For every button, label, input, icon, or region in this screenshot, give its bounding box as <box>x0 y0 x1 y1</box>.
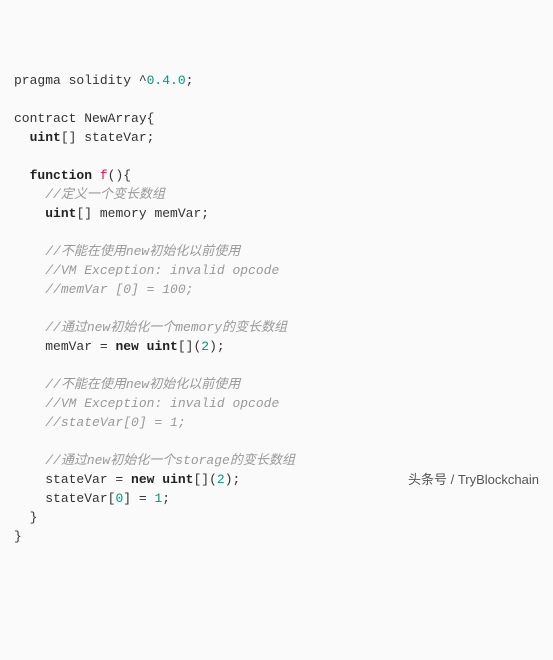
code-comment: //不能在使用new初始化以前使用 <box>45 244 240 259</box>
code-line: } <box>14 529 22 544</box>
code-line: memVar = new uint[](2); <box>45 339 224 354</box>
code-line: pragma solidity ^0.4.0; <box>14 73 193 88</box>
code-comment: //VM Exception: invalid opcode <box>45 263 279 278</box>
code-comment: //memVar [0] = 100; <box>45 282 193 297</box>
code-line: stateVar[0] = 1; <box>45 491 170 506</box>
code-comment: //VM Exception: invalid opcode <box>45 396 279 411</box>
code-comment: //stateVar[0] = 1; <box>45 415 185 430</box>
code-line: contract NewArray{ <box>14 111 154 126</box>
code-comment: //定义一个变长数组 <box>45 187 165 202</box>
watermark-text: 头条号 / TryBlockchain <box>408 470 539 489</box>
code-line: uint[] stateVar; <box>30 130 155 145</box>
code-comment: //通过new初始化一个storage的变长数组 <box>45 453 295 468</box>
code-line: function f(){ <box>30 168 131 183</box>
code-comment: //通过new初始化一个memory的变长数组 <box>45 320 287 335</box>
code-comment: //不能在使用new初始化以前使用 <box>45 377 240 392</box>
code-line: uint[] memory memVar; <box>45 206 209 221</box>
code-line: } <box>30 510 38 525</box>
code-line: stateVar = new uint[](2); <box>45 472 240 487</box>
